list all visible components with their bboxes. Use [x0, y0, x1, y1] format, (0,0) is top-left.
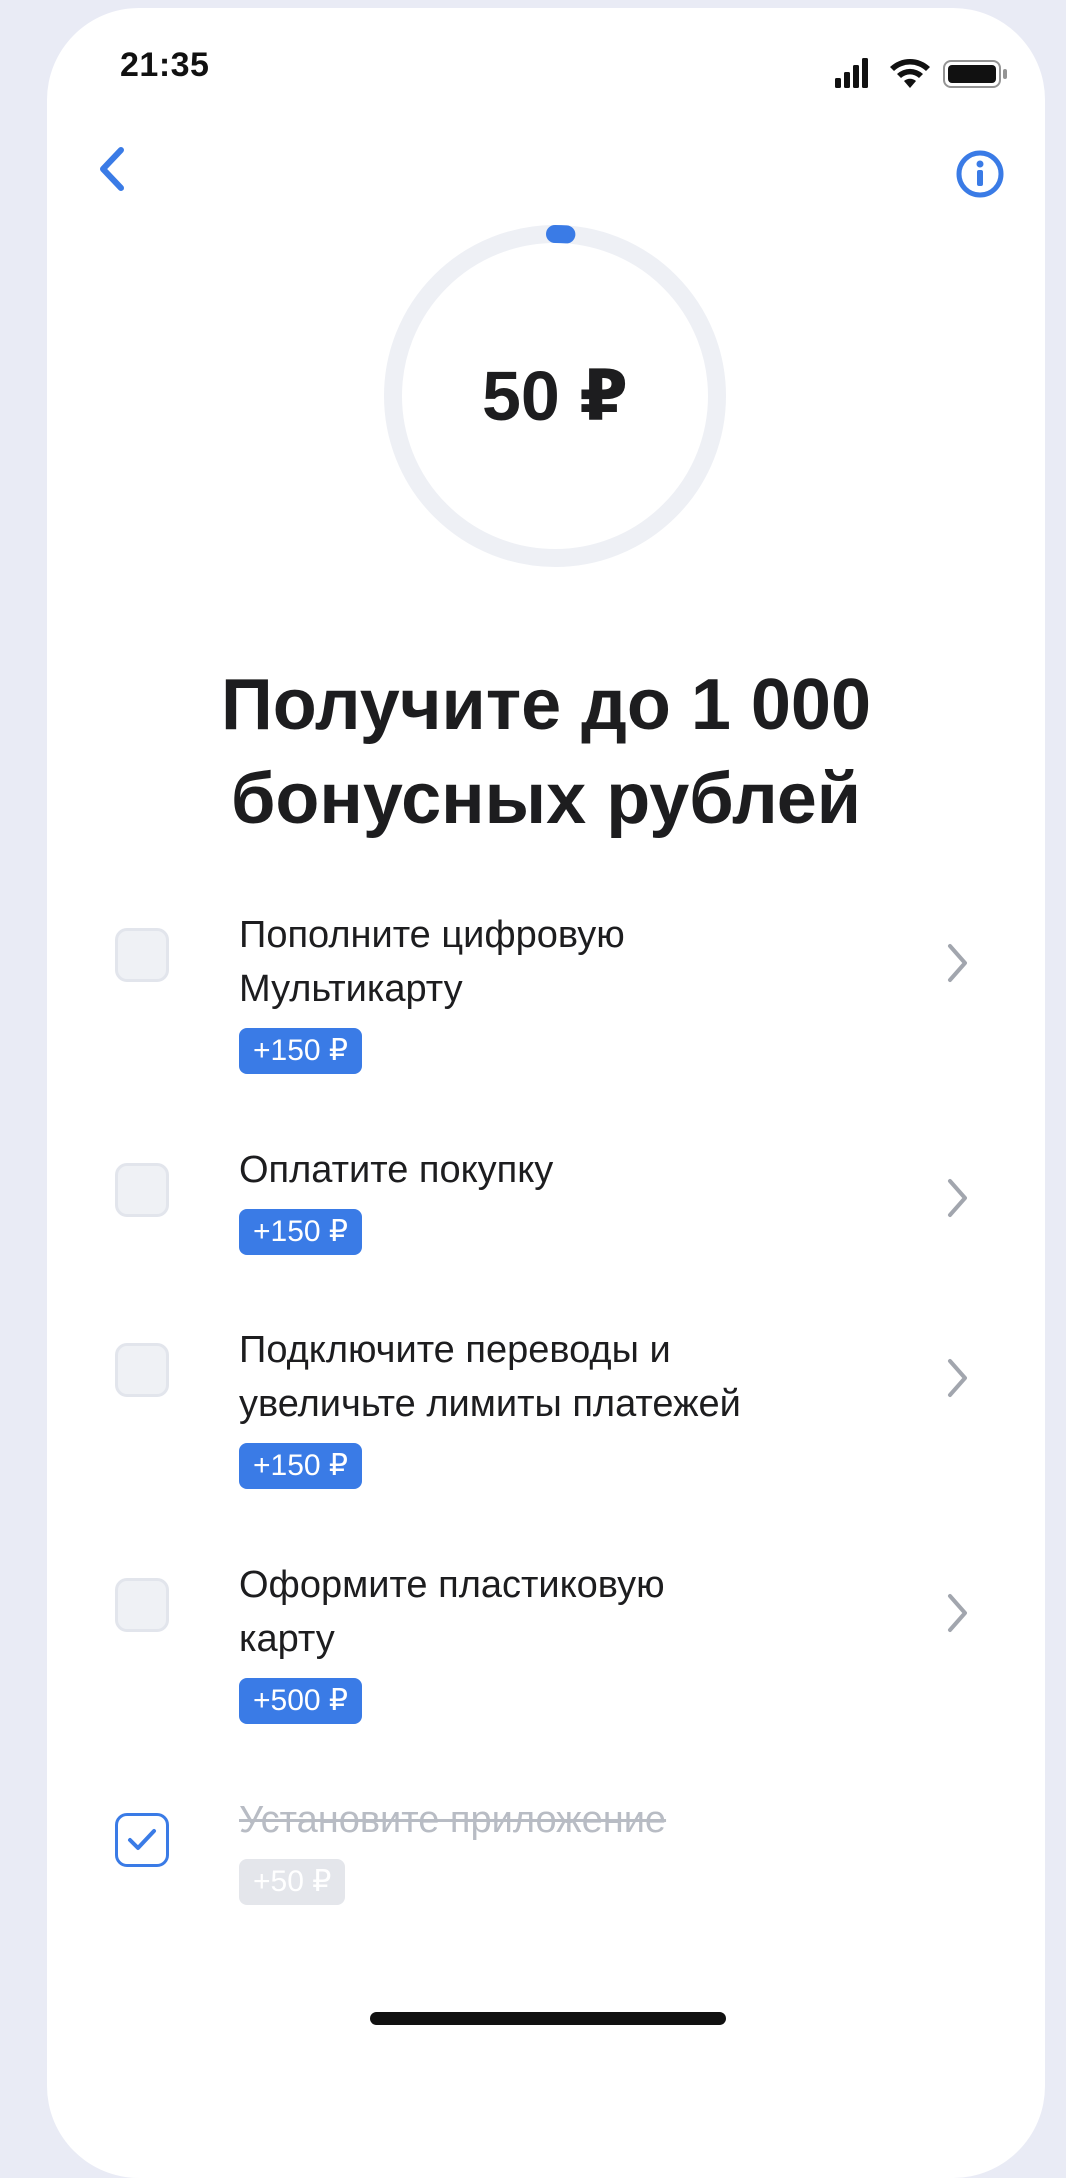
bonus-badge: +500 ₽	[239, 1678, 362, 1724]
task-title-line-1: Подключите переводы и	[239, 1329, 671, 1371]
task-checkbox[interactable]	[115, 1343, 169, 1397]
task-checkbox[interactable]	[115, 1163, 169, 1217]
task-title-line-1: Оформите пластиковую	[239, 1564, 665, 1606]
task-title: Установите приложение	[239, 1793, 859, 1847]
info-icon[interactable]	[950, 144, 1010, 204]
task-title: Оформите пластиковую карту	[239, 1558, 859, 1666]
bonus-badge: +150 ₽	[239, 1209, 362, 1255]
task-title-line-2: карту	[239, 1618, 335, 1660]
status-icons	[835, 58, 1007, 88]
chevron-left-icon[interactable]	[85, 134, 145, 204]
bonus-badge: +50 ₽	[239, 1859, 346, 1905]
bonus-badge: +150 ₽	[239, 1028, 362, 1074]
home-indicator[interactable]	[370, 2012, 726, 2025]
task-checkbox-checked[interactable]	[115, 1813, 169, 1867]
checkmark-icon	[128, 1829, 156, 1850]
chevron-right-icon[interactable]	[942, 938, 972, 988]
wifi-icon	[890, 59, 930, 88]
task-title-line-1: Установите приложение	[239, 1799, 667, 1841]
task-title: Подключите переводы и увеличьте лимиты п…	[239, 1323, 859, 1431]
task-title-line-1: Пополните цифровую	[239, 914, 625, 956]
task-title-line-2: Мультикарту	[239, 968, 463, 1010]
cellular-signal-icon	[835, 58, 868, 88]
bonus-badge: +150 ₽	[239, 1443, 362, 1489]
status-time: 21:35	[120, 46, 210, 84]
page-title: Получите до 1 000 бонусных рублей	[47, 658, 1045, 846]
chevron-right-icon[interactable]	[942, 1173, 972, 1223]
task-title: Оплатите покупку	[239, 1143, 859, 1197]
task-checkbox[interactable]	[115, 1578, 169, 1632]
task-checkbox[interactable]	[115, 928, 169, 982]
page-title-line-2: бонусных рублей	[230, 759, 862, 839]
task-title-line-1: Оплатите покупку	[239, 1149, 554, 1191]
page-title-line-1: Получите до 1 000	[220, 665, 871, 745]
task-title: Пополните цифровую Мультикарту	[239, 908, 859, 1016]
chevron-right-icon[interactable]	[942, 1353, 972, 1403]
status-bar: 21:35	[47, 8, 1045, 128]
task-title-line-2: увеличьте лимиты платежей	[239, 1383, 741, 1425]
chevron-right-icon[interactable]	[942, 1588, 972, 1638]
battery-icon	[943, 60, 1007, 88]
bonus-amount: 50 ₽	[481, 357, 628, 435]
phone-screen: 21:35 50 ₽ Получите до 1 000 бонусных ру…	[47, 8, 1045, 2178]
